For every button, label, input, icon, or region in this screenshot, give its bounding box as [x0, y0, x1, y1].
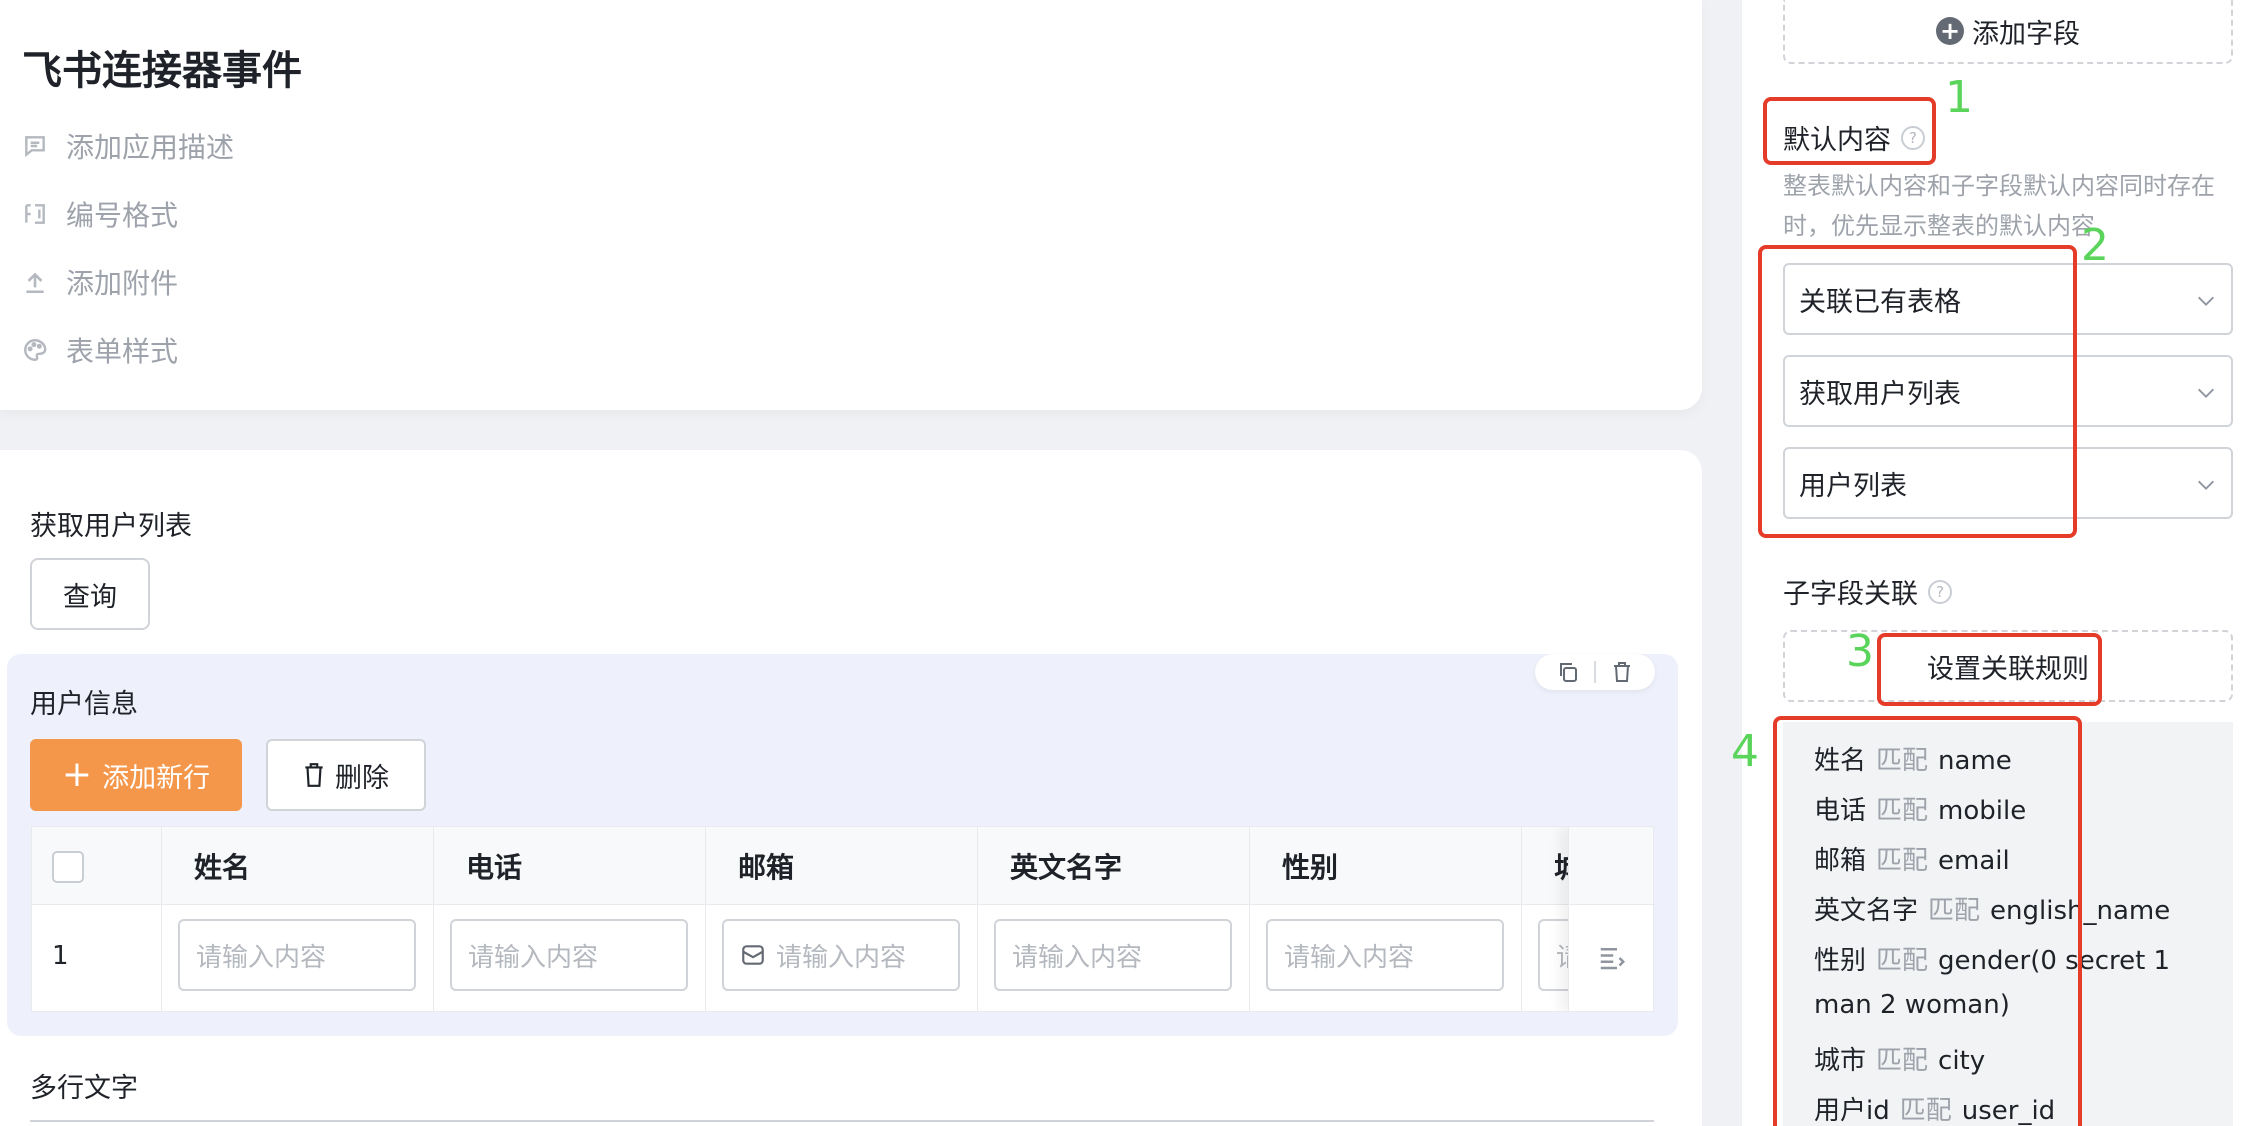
- help-icon[interactable]: ?: [1928, 579, 1952, 604]
- delete-label: 删除: [335, 762, 389, 794]
- email-placeholder: 请输入内容: [776, 942, 907, 973]
- subform-user-info[interactable]: 用户信息 + 添加新行 删除 姓名 电话 邮箱 英文名字 性别 城 1 请输入内…: [7, 654, 1678, 1036]
- default-content-hint: 整表默认内容和子字段默认内容同时存在时，优先显示整表的默认内容: [1783, 172, 2215, 240]
- add-row-label: 添加新行: [102, 762, 211, 794]
- number-format-label: 编号格式: [66, 199, 179, 232]
- app-title: 飞书连接器事件: [22, 48, 302, 94]
- column-header: 姓名: [162, 827, 434, 905]
- table-header: 姓名 电话 邮箱 英文名字 性别 城: [32, 827, 1653, 905]
- phone-input[interactable]: 请输入内容: [450, 919, 688, 991]
- select-all-cell: [32, 827, 162, 905]
- copy-icon[interactable]: [1556, 660, 1580, 684]
- annotation-number-2: 2: [2081, 220, 2109, 271]
- chevron-down-icon: [2198, 388, 2214, 398]
- mail-icon: [742, 945, 764, 965]
- annotation-number-4: 4: [1731, 726, 1759, 777]
- app-header-card: 飞书连接器事件 添加应用描述 编号格式 添加附件 表单样式: [0, 0, 1702, 410]
- add-attachment-label: 添加附件: [66, 267, 179, 300]
- trash-icon[interactable]: [1610, 660, 1634, 684]
- subform-title: 用户信息: [30, 689, 138, 720]
- gender-input[interactable]: 请输入内容: [1266, 919, 1504, 991]
- name-input[interactable]: 请输入内容: [178, 919, 416, 991]
- plus-circle-icon: +: [1936, 17, 1964, 45]
- form-style-item[interactable]: 表单样式: [22, 330, 178, 370]
- add-row-button[interactable]: + 添加新行: [30, 739, 242, 811]
- add-field-button[interactable]: + 添加字段: [1783, 0, 2233, 64]
- column-header: 邮箱: [706, 827, 978, 905]
- column-header: 电话: [434, 827, 706, 905]
- table-cell: 请输入内容: [706, 905, 978, 1011]
- subfield-link-text: 子字段关联: [1783, 579, 1918, 610]
- row-actions-header: [1569, 827, 1653, 905]
- trash-icon: [305, 763, 323, 787]
- select-all-checkbox[interactable]: [52, 851, 84, 883]
- query-button[interactable]: 查询: [30, 558, 150, 630]
- textarea-top-edge[interactable]: [30, 1120, 1654, 1122]
- email-input[interactable]: 请输入内容: [722, 919, 960, 991]
- section-title: 获取用户列表: [30, 511, 192, 542]
- annotation-box-4: [1773, 716, 2082, 1126]
- add-attachment-item[interactable]: 添加附件: [22, 262, 178, 302]
- chevron-down-icon: [2198, 296, 2214, 306]
- annotation-box-2: [1758, 245, 2077, 538]
- english-name-input[interactable]: 请输入内容: [994, 919, 1232, 991]
- table-cell: 请输入内容: [1250, 905, 1522, 1011]
- plus-icon: +: [61, 754, 93, 795]
- delete-row-button[interactable]: 删除: [266, 739, 426, 811]
- row-actions-column: [1568, 827, 1653, 1011]
- comment-icon: [25, 136, 45, 158]
- annotation-number-1: 1: [1945, 72, 1973, 123]
- add-description-item[interactable]: 添加应用描述: [22, 126, 234, 166]
- add-description-label: 添加应用描述: [66, 131, 235, 164]
- add-field-label: 添加字段: [1972, 18, 2080, 50]
- table-cell: 请输入内容: [162, 905, 434, 1011]
- column-header: 性别: [1250, 827, 1522, 905]
- annotation-box-3: [1877, 633, 2102, 706]
- table-cell: 请输入内容: [434, 905, 706, 1011]
- chevron-down-icon: [2198, 480, 2214, 490]
- palette-icon: [24, 339, 47, 361]
- number-format-icon: [25, 204, 45, 224]
- annotation-box-1: [1763, 97, 1936, 165]
- upload-icon: [26, 272, 44, 294]
- subform-table: 姓名 电话 邮箱 英文名字 性别 城 1 请输入内容 请输入内容 请输入内容 请…: [31, 826, 1654, 1012]
- subform-actions: [1535, 654, 1655, 690]
- subfield-link-label: 子字段关联 ?: [1783, 572, 1952, 611]
- table-cell: 请输入内容: [978, 905, 1250, 1011]
- row-index-cell: 1: [32, 905, 162, 1011]
- annotation-number-3: 3: [1846, 626, 1874, 677]
- row-number: 1: [52, 941, 69, 971]
- number-format-item[interactable]: 编号格式: [22, 194, 178, 234]
- actions-divider: [1594, 661, 1596, 683]
- next-section-title: 多行文字: [30, 1073, 138, 1104]
- column-header: 英文名字: [978, 827, 1250, 905]
- row-edit-icon[interactable]: [1597, 943, 1627, 973]
- form-style-label: 表单样式: [66, 335, 179, 368]
